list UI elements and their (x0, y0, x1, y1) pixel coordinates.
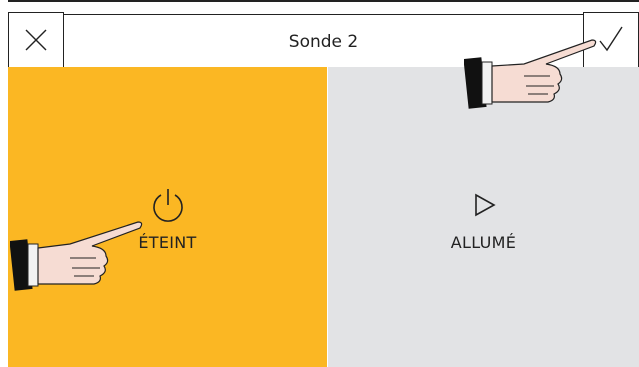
pointing-hand-icon (464, 39, 597, 109)
close-icon (25, 29, 47, 51)
pointing-hand-icon (10, 221, 143, 291)
close-button[interactable] (8, 12, 64, 68)
sensor-settings-screen: Sonde 2 ÉTEINT ALLUMÉ (8, 0, 639, 367)
power-icon (152, 189, 183, 222)
option-on-label: ALLUMÉ (450, 233, 517, 252)
play-icon (474, 193, 496, 217)
